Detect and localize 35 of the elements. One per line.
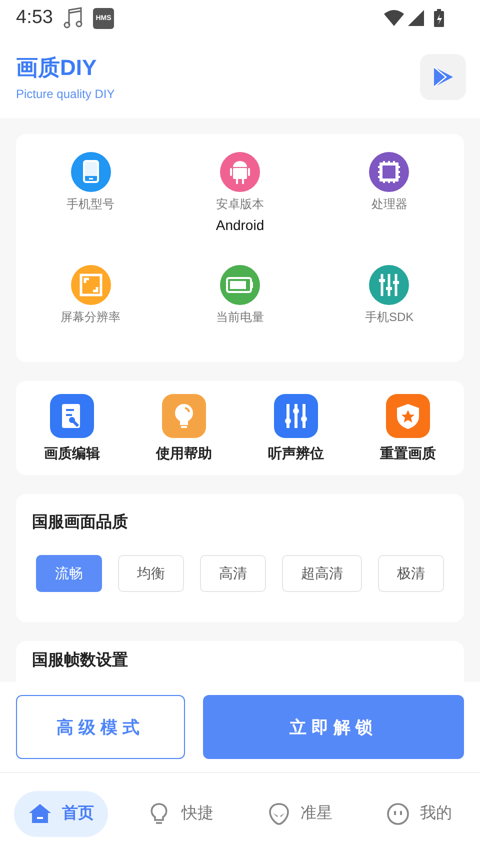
section-title: 国服画面品质 [32,512,129,533]
face-icon [386,802,410,826]
play-button[interactable] [420,54,466,100]
info-label: 处理器 [371,196,408,213]
info-label: 手机SDK [364,309,414,326]
signal-icon [408,10,424,26]
app-subtitle: Picture quality DIY [16,87,115,101]
document-wrench-icon[interactable] [50,394,94,438]
sliders-icon[interactable] [274,394,318,438]
info-value: Android [216,217,264,233]
tool-label[interactable]: 听声辨位 [268,445,324,463]
info-label: 手机型号 [66,196,115,213]
tool-label[interactable]: 使用帮助 [156,445,212,463]
quality-option[interactable]: 超高清 [282,555,362,592]
quality-option[interactable]: 高清 [200,555,266,592]
tool-label[interactable]: 重置画质 [380,445,436,463]
wifi-icon [384,10,404,26]
play-icon [432,66,454,88]
quality-option[interactable]: 均衡 [118,555,184,592]
info-label: 当前电量 [216,309,264,326]
alien-icon [266,802,291,826]
info-label: 安卓版本 [216,196,264,213]
section-title: 国服帧数设置 [32,652,129,670]
nav-tab[interactable]: 准星 [252,790,347,836]
battery-icon [434,9,444,27]
app-title: 画质DIY [16,54,97,82]
quality-option[interactable]: 极清 [378,555,444,592]
nav-tab[interactable]: 我的 [372,790,466,836]
tool-label[interactable]: 画质编辑 [44,445,100,463]
status-time: 4:53 [16,7,53,29]
nav-tab[interactable]: 快捷 [133,790,228,836]
house-icon [28,802,52,826]
info-label: 屏幕分辨率 [60,309,121,326]
music-note-icon [62,7,83,29]
lightbulb-icon[interactable] [162,394,206,438]
